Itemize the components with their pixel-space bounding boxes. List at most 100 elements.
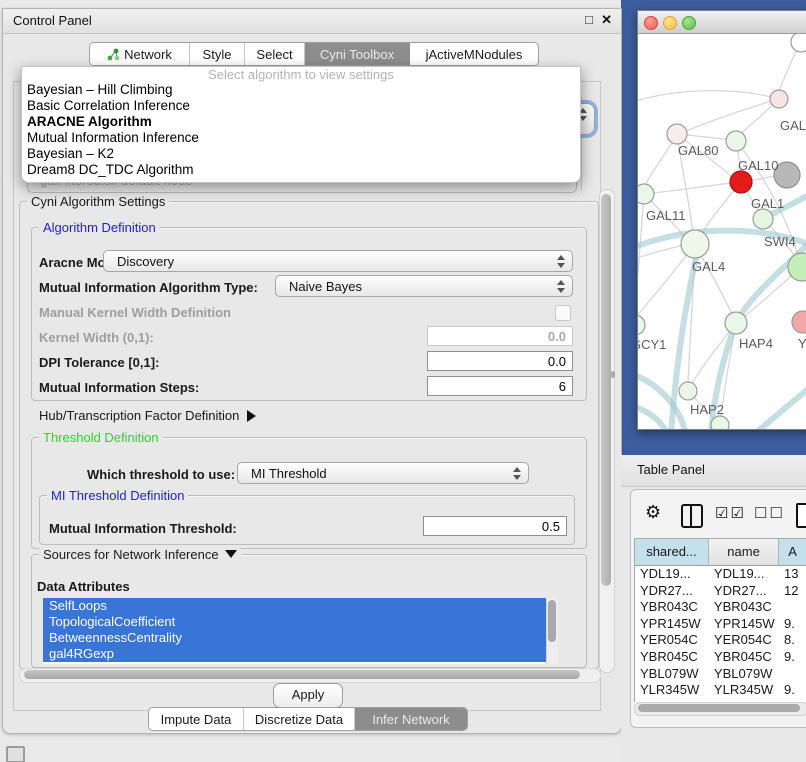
split-divider-grip[interactable] [611,371,615,378]
mi-threshold-field[interactable] [423,516,567,536]
close-icon[interactable]: ✕ [601,12,612,28]
network-edge[interactable] [638,91,779,102]
table-cell[interactable]: YPR145W [709,616,779,633]
scrollbar-thumb[interactable] [548,600,556,642]
tab-impute-data[interactable]: Impute Data [149,708,244,730]
hub-definition-toggle[interactable]: Hub/Transcription Factor Definition [39,408,256,423]
aracne-mode-select[interactable]: Discovery [103,250,573,272]
apply-button[interactable]: Apply [273,683,343,708]
algorithm-option-aracne-algorithm[interactable]: ARACNE Algorithm [22,114,580,130]
table-cell[interactable]: YER054C [709,632,779,649]
network-node[interactable] [711,416,729,429]
network-node[interactable] [770,90,788,108]
dock-panel-icon[interactable] [6,746,25,762]
column-header-shared[interactable]: shared... [635,539,709,565]
network-edge-highlighted[interactable] [750,384,806,429]
network-node[interactable] [753,209,773,229]
algorithm-option-bayesian-hill-climbing[interactable]: Bayesian – Hill Climbing [22,82,580,98]
network-node[interactable] [730,171,752,193]
dpi-tolerance-field[interactable] [427,351,573,371]
which-threshold-select[interactable]: MI Threshold [237,462,529,484]
tab-jactivemnodules[interactable]: jActiveMNodules [410,43,538,65]
table-row[interactable]: YLR345WYLR345W9. [635,682,806,699]
gear-icon[interactable]: ⚙ [645,502,661,523]
table-cell[interactable] [779,599,806,616]
float-window-icon[interactable]: □ [585,12,593,27]
tab-select[interactable]: Select [245,43,305,65]
tab-style[interactable]: Style [190,43,245,65]
table-cell[interactable]: YLR345W [709,682,779,699]
table-row[interactable]: YBR045CYBR045C9. [635,649,806,666]
mi-steps-field[interactable] [427,376,573,396]
tab-infer-network[interactable]: Infer Network [355,708,467,730]
table-cell[interactable] [779,666,806,683]
table-cell[interactable]: YDL19... [635,566,709,583]
attribute-item-betweennesscentrality[interactable]: BetweennessCentrality [43,630,557,646]
unchecked-columns-icon[interactable]: ☐☐ [754,504,785,522]
table-panel-titlebar[interactable]: Table Panel [621,455,806,487]
table-cell[interactable]: YPR145W [635,616,709,633]
table-cell[interactable]: YBR043C [709,599,779,616]
table-cell[interactable]: 12 [779,583,806,600]
network-edge[interactable] [638,245,683,259]
attributes-scrollbar[interactable] [546,598,558,664]
attribute-item-gal4rgexp[interactable]: gal4RGexp [43,646,557,662]
table-cell[interactable]: YER054C [635,632,709,649]
table-row[interactable]: YBL079WYBL079W [635,666,806,683]
table-cell[interactable]: 9. [779,682,806,699]
mi-algorithm-type-select[interactable]: Naive Bayes [275,275,573,297]
table-cell[interactable]: YBL079W [635,666,709,683]
checked-columns-icon[interactable]: ☑☑ [715,504,746,522]
table-cell[interactable]: YBL079W [709,666,779,683]
network-edge[interactable] [638,194,644,274]
new-table-icon[interactable] [796,503,806,528]
table-cell[interactable]: 8. [779,632,806,649]
table-cell[interactable]: 9. [779,649,806,666]
split-columns-icon[interactable] [681,504,703,528]
zoom-traffic-light-icon[interactable] [682,16,696,30]
settings-vertical-scrollbar[interactable] [599,189,615,673]
control-panel-titlebar[interactable]: Control Panel □ ✕ [3,9,621,34]
table-row[interactable]: YER054CYER054C8. [635,632,806,649]
table-cell[interactable]: YBR045C [709,649,779,666]
network-edge[interactable] [644,183,731,194]
table-cell[interactable]: YLR345W [635,682,709,699]
scrollbar-thumb[interactable] [24,670,580,679]
network-node[interactable] [638,184,654,204]
tab-discretize-data[interactable]: Discretize Data [244,708,355,730]
algorithm-option-basic-correlation-inference[interactable]: Basic Correlation Inference [22,98,580,114]
scrollbar-thumb[interactable] [638,704,800,712]
table-cell[interactable]: YDR27... [635,583,709,600]
table-cell[interactable]: YDL19... [709,566,779,583]
table-row[interactable]: YDR27...YDR27...12 [635,583,806,600]
network-node[interactable] [791,34,806,52]
tab-cyni-toolbox[interactable]: Cyni Toolbox [305,43,410,65]
column-header-name[interactable]: name [709,539,779,565]
network-node[interactable] [725,312,747,334]
table-horizontal-scrollbar[interactable] [634,702,806,716]
network-node[interactable] [681,230,709,258]
network-node[interactable] [792,311,806,333]
table-row[interactable]: YPR145WYPR145W9. [635,616,806,633]
network-node[interactable] [679,382,697,400]
sources-toggle[interactable]: Sources for Network Inference [39,547,241,562]
algorithm-option-bayesian-k2[interactable]: Bayesian – K2 [22,146,580,162]
settings-horizontal-scrollbar[interactable] [19,668,601,683]
table-cell[interactable]: YBR045C [635,649,709,666]
algorithm-option-mutual-information-inference[interactable]: Mutual Information Inference [22,130,580,146]
attribute-item-selfloops[interactable]: SelfLoops [43,598,557,614]
attribute-item-topologicalcoefficient[interactable]: TopologicalCoefficient [43,614,557,630]
column-header-a[interactable]: A [779,539,806,565]
table-cell[interactable]: 13 [779,566,806,583]
table-cell[interactable]: YDR27... [709,583,779,600]
network-edge-highlighted[interactable] [638,406,668,429]
algorithm-option-dream8-dc-tdc-algorithm[interactable]: Dream8 DC_TDC Algorithm [22,162,580,178]
network-node[interactable] [667,124,687,144]
network-node[interactable] [638,315,645,335]
data-attributes-list[interactable]: SelfLoopsTopologicalCoefficientBetweenne… [43,598,557,664]
network-node[interactable] [726,131,746,151]
network-canvas[interactable]: GALGAL80GAL10GAL1GAL11SWI4GAL4GCY1HAP4YH… [638,34,806,429]
tab-network[interactable]: Network [90,43,190,65]
close-traffic-light-icon[interactable] [644,16,658,30]
table-cell[interactable]: YBR043C [635,599,709,616]
